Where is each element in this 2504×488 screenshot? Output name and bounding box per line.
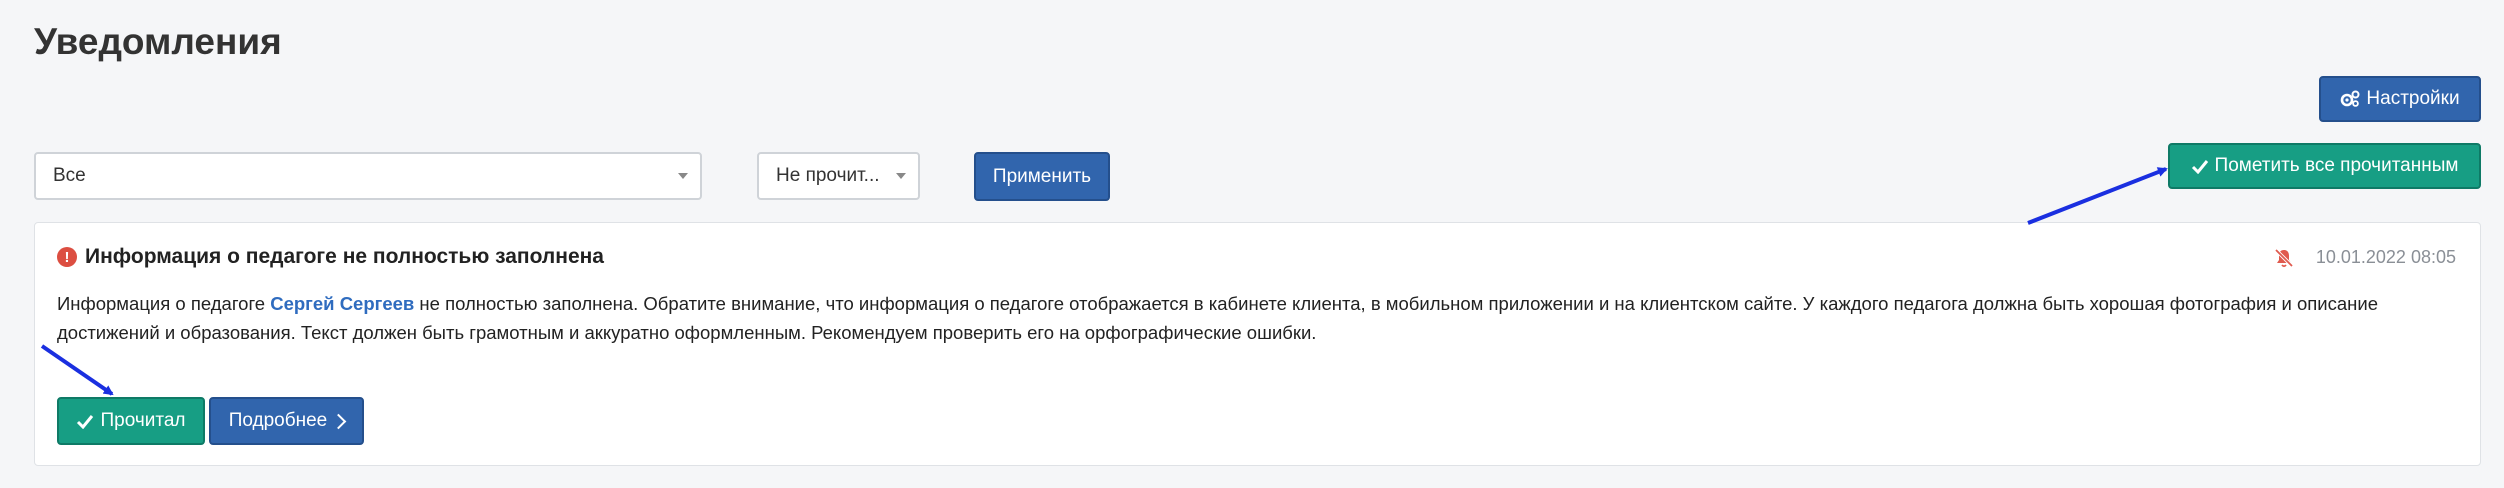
mark-read-button[interactable]: Прочитал bbox=[57, 397, 205, 445]
notification-text-start: Информация о педагоге bbox=[57, 293, 271, 314]
bell-slash-icon[interactable] bbox=[2274, 248, 2294, 268]
notification-title-text: Информация о педагоге не полностью запол… bbox=[85, 245, 604, 268]
settings-button-label: Настройки bbox=[2366, 88, 2460, 109]
notification-title: ! Информация о педагоге не полностью зап… bbox=[57, 245, 604, 269]
chevron-down-icon bbox=[678, 173, 688, 179]
type-filter-value: Все bbox=[53, 165, 86, 186]
gears-icon bbox=[2340, 90, 2360, 108]
page-title: Уведомления bbox=[34, 21, 282, 62]
notification-datetime: 10.01.2022 08:05 bbox=[2315, 247, 2456, 267]
annotation-arrow-mark-all bbox=[2027, 167, 2168, 225]
check-icon bbox=[2191, 159, 2209, 174]
mark-all-read-label: Пометить все прочитанным bbox=[2214, 155, 2459, 176]
chevron-right-icon bbox=[330, 413, 347, 430]
chevron-down-icon bbox=[896, 173, 906, 179]
notification-text: Информация о педагоге Сергей Сергеев не … bbox=[57, 289, 2447, 347]
apply-button[interactable]: Применить bbox=[974, 152, 1110, 201]
mark-all-read-button[interactable]: Пометить все прочитанным bbox=[2168, 143, 2481, 189]
check-icon bbox=[76, 414, 94, 429]
settings-button[interactable]: Настройки bbox=[2319, 76, 2481, 122]
notification-meta: 10.01.2022 08:05 bbox=[2274, 247, 2456, 268]
mark-read-label: Прочитал bbox=[100, 410, 186, 431]
exclamation-circle-icon: ! bbox=[57, 247, 77, 267]
status-filter-value: Не прочит... bbox=[776, 165, 880, 186]
teacher-link[interactable]: Сергей Сергеев bbox=[270, 293, 414, 314]
apply-button-label: Применить bbox=[992, 165, 1092, 187]
details-button[interactable]: Подробнее bbox=[209, 397, 364, 445]
type-filter-select[interactable]: Все bbox=[34, 152, 702, 200]
notification-card: ! Информация о педагоге не полностью зап… bbox=[34, 222, 2481, 466]
status-filter-select[interactable]: Не прочит... bbox=[757, 152, 920, 200]
details-button-label: Подробнее bbox=[228, 410, 328, 431]
